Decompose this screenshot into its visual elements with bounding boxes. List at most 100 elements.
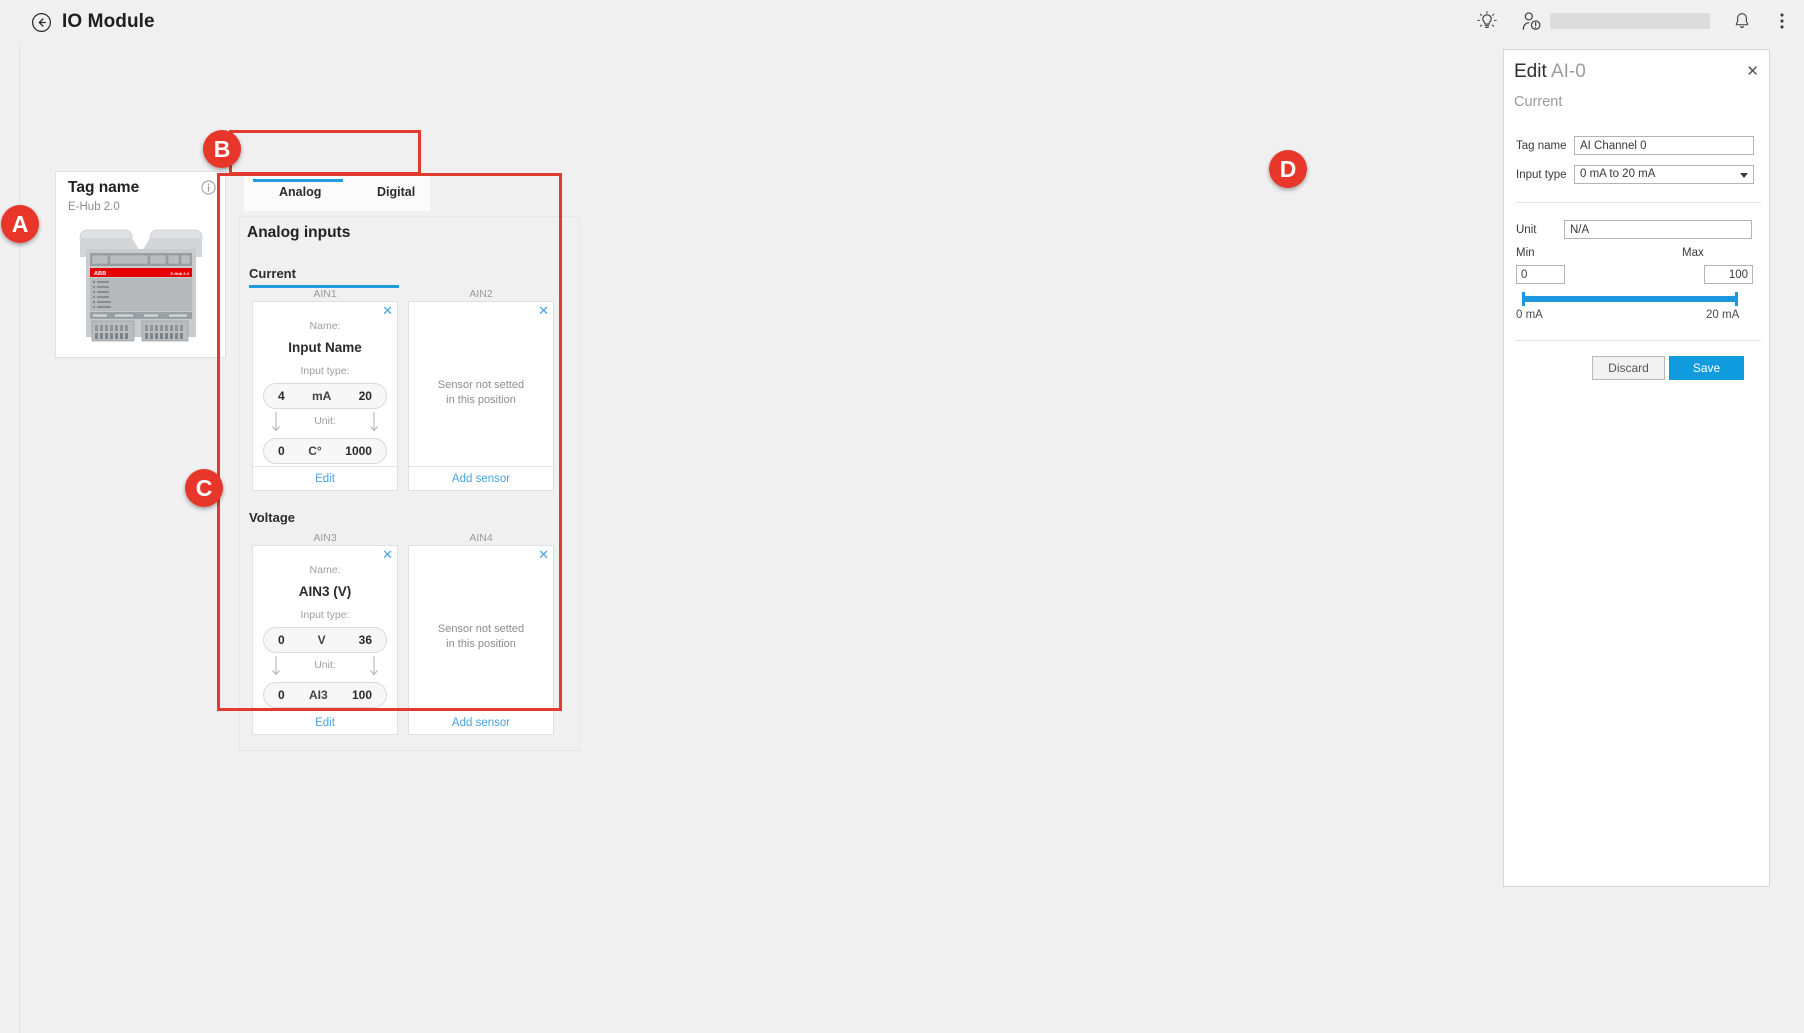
user-area[interactable] [1520, 10, 1710, 32]
ain3-input-unit: V [317, 633, 326, 647]
channel-label-ain3: AIN3 [313, 532, 337, 544]
tab-digital[interactable]: Digital [377, 185, 415, 199]
ain1-input-type-label: Input type: [300, 365, 350, 377]
ain1-unit-arrows: Unit: [253, 409, 397, 437]
save-button[interactable]: Save [1669, 356, 1744, 380]
ain3-unit-range[interactable]: 0 AI3 100 [263, 682, 387, 708]
ain3-name-label: Name: [309, 564, 341, 576]
slider-max-tick: 20 mA [1706, 309, 1740, 321]
ain1-input-unit: mA [311, 389, 332, 403]
page-title: IO Module [62, 11, 155, 32]
ain1-input-type-range[interactable]: 4 mA 20 [263, 383, 387, 409]
group-label-current: Current [249, 266, 296, 281]
ain1-footer: Edit [253, 466, 397, 490]
callout-badge-a: A [1, 205, 39, 243]
close-icon[interactable]: ✕ [538, 304, 549, 317]
max-input[interactable] [1704, 265, 1753, 284]
highlight-tabs [229, 130, 421, 175]
arrow-down-icon [370, 656, 378, 676]
ain3-input-min: 0 [278, 633, 285, 647]
tag-name-label: Tag name [1516, 139, 1567, 152]
min-label: Min [1516, 247, 1535, 259]
more-vertical-icon[interactable] [1774, 10, 1790, 32]
group-label-voltage: Voltage [249, 510, 295, 525]
ain2-empty-line2: in this position [446, 394, 516, 407]
panel-divider [1516, 202, 1761, 203]
min-input[interactable] [1516, 265, 1565, 284]
back-navigation[interactable]: IO Module [31, 11, 155, 33]
edit-panel-subtitle: Current [1514, 94, 1563, 110]
input-type-row: Input type 0 mA to 20 mA [1516, 165, 1761, 184]
ain3-input-max: 36 [358, 633, 372, 647]
channel-label-ain4: AIN4 [469, 532, 493, 544]
tab-analog[interactable]: Analog [279, 185, 321, 199]
tag-name-row: Tag name [1516, 136, 1761, 155]
ain1-input-max: 20 [358, 389, 372, 403]
callout-badge-c: C [185, 469, 223, 507]
back-arrow-circle-icon[interactable] [31, 12, 52, 33]
chevron-down-icon[interactable] [1740, 173, 1748, 178]
top-bar-actions [1476, 0, 1790, 42]
ain2-footer: Add sensor [409, 466, 553, 490]
ain2-add-sensor-link[interactable]: Add sensor [452, 473, 510, 485]
ain1-name-value: Input Name [288, 340, 362, 355]
edit-panel-title-target: AI-0 [1550, 61, 1586, 82]
slider-track[interactable] [1524, 296, 1736, 302]
ain1-unit-min: 0 [278, 444, 285, 458]
user-alert-icon[interactable] [1520, 10, 1544, 32]
channel-label-ain1: AIN1 [313, 288, 337, 300]
ain4-footer: Add sensor [409, 710, 553, 734]
ain4-empty-message: Sensor not setted in this position [409, 622, 553, 652]
lightbulb-icon[interactable] [1476, 10, 1498, 32]
sensor-card-ain2[interactable]: ✕ Sensor not setted in this position Add… [408, 301, 554, 491]
callout-badge-b: B [203, 130, 241, 168]
device-card[interactable]: Tag name E-Hub 2.0 ABB E-Hub 2.0 [55, 171, 226, 358]
user-name-placeholder [1550, 13, 1710, 29]
unit-row: Unit [1516, 220, 1761, 239]
info-circle-icon[interactable] [201, 180, 216, 195]
top-bar: IO Module [0, 0, 1804, 42]
edit-panel: Edit AI-0 ✕ Current Tag name Input type … [1503, 49, 1770, 887]
ain3-unit-arrows: Unit: [253, 653, 397, 681]
close-icon[interactable]: ✕ [538, 548, 549, 561]
device-image: ABB E-Hub 2.0 [79, 229, 203, 342]
slider-handle-max[interactable] [1735, 292, 1738, 306]
slider-handle-min[interactable] [1522, 292, 1525, 306]
ain3-unit-max: 100 [351, 688, 372, 702]
tab-active-indicator [253, 179, 343, 182]
analog-inputs-panel: Analog inputs Current AIN1 AIN2 ✕ Name: … [239, 216, 580, 751]
close-icon[interactable]: ✕ [1746, 64, 1759, 79]
ain3-footer: Edit [253, 710, 397, 734]
ain3-input-type-range[interactable]: 0 V 36 [263, 627, 387, 653]
svg-text:E-Hub 2.0: E-Hub 2.0 [171, 271, 190, 276]
close-icon[interactable]: ✕ [382, 304, 393, 317]
input-type-value: 0 mA to 20 mA [1580, 168, 1656, 180]
ain1-unit-max: 1000 [345, 444, 372, 458]
discard-button[interactable]: Discard [1592, 356, 1665, 380]
input-type-label: Input type [1516, 168, 1567, 181]
close-icon[interactable]: ✕ [382, 548, 393, 561]
ain1-name-label: Name: [309, 320, 341, 332]
sensor-card-ain3[interactable]: ✕ Name: AIN3 (V) Input type: 0 V 36 Unit… [252, 545, 398, 735]
tag-name-input[interactable] [1574, 136, 1754, 155]
sensor-card-ain4[interactable]: ✕ Sensor not setted in this position Add… [408, 545, 554, 735]
ain1-unit-range[interactable]: 0 C° 1000 [263, 438, 387, 464]
ain4-empty-line1: Sensor not setted [437, 623, 525, 636]
unit-label: Unit [1516, 223, 1537, 236]
unit-input[interactable] [1564, 220, 1752, 239]
ain3-input-type-label: Input type: [300, 609, 350, 621]
ain2-empty-message: Sensor not setted in this position [409, 378, 553, 408]
range-slider[interactable] [1522, 291, 1738, 307]
device-model: E-Hub 2.0 [68, 201, 120, 213]
edit-panel-title-action: Edit [1514, 61, 1547, 82]
ain4-empty-line2: in this position [446, 638, 516, 651]
ain1-edit-link[interactable]: Edit [315, 473, 335, 485]
ain4-add-sensor-link[interactable]: Add sensor [452, 717, 510, 729]
notification-bell-icon[interactable] [1732, 11, 1752, 31]
callout-badge-d: D [1269, 150, 1307, 188]
ain3-unit-symbol: AI3 [308, 688, 328, 702]
analog-panel-title: Analog inputs [247, 224, 351, 241]
sensor-card-ain1[interactable]: ✕ Name: Input Name Input type: 4 mA 20 U… [252, 301, 398, 491]
input-type-select[interactable]: 0 mA to 20 mA [1574, 165, 1754, 184]
ain3-edit-link[interactable]: Edit [315, 717, 335, 729]
